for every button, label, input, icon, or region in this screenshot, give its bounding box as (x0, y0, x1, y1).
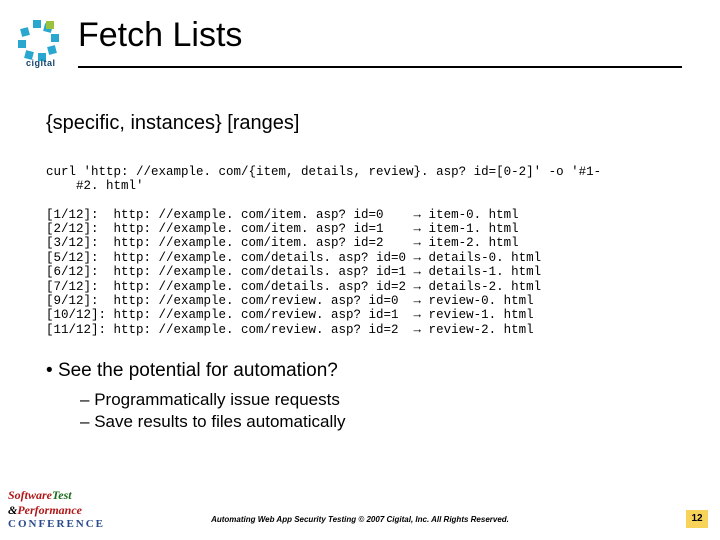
page-number: 12 (686, 510, 708, 528)
conference-logo: SoftwareTest &Performance CONFERENCE (8, 488, 118, 532)
bullet-level2: Programmatically issue requests (80, 390, 346, 410)
slide: cigital Fetch Lists {specific, instances… (0, 0, 720, 540)
slide-subtitle: {specific, instances} [ranges] (46, 112, 299, 135)
code-block: curl 'http: //example. com/{item, detail… (46, 165, 676, 338)
bullet-level2: Save results to files automatically (80, 412, 346, 432)
footer-copyright: Automating Web App Security Testing © 20… (0, 515, 720, 524)
cigital-logo-text: cigital (26, 58, 56, 68)
conference-logo-text: Test (52, 488, 72, 502)
bullet-level1: See the potential for automation? (46, 360, 346, 382)
title-underline (78, 66, 682, 68)
bullet-list: See the potential for automation? Progra… (46, 360, 346, 434)
slide-title: Fetch Lists (78, 16, 242, 55)
conference-logo-text: Software (8, 488, 52, 502)
